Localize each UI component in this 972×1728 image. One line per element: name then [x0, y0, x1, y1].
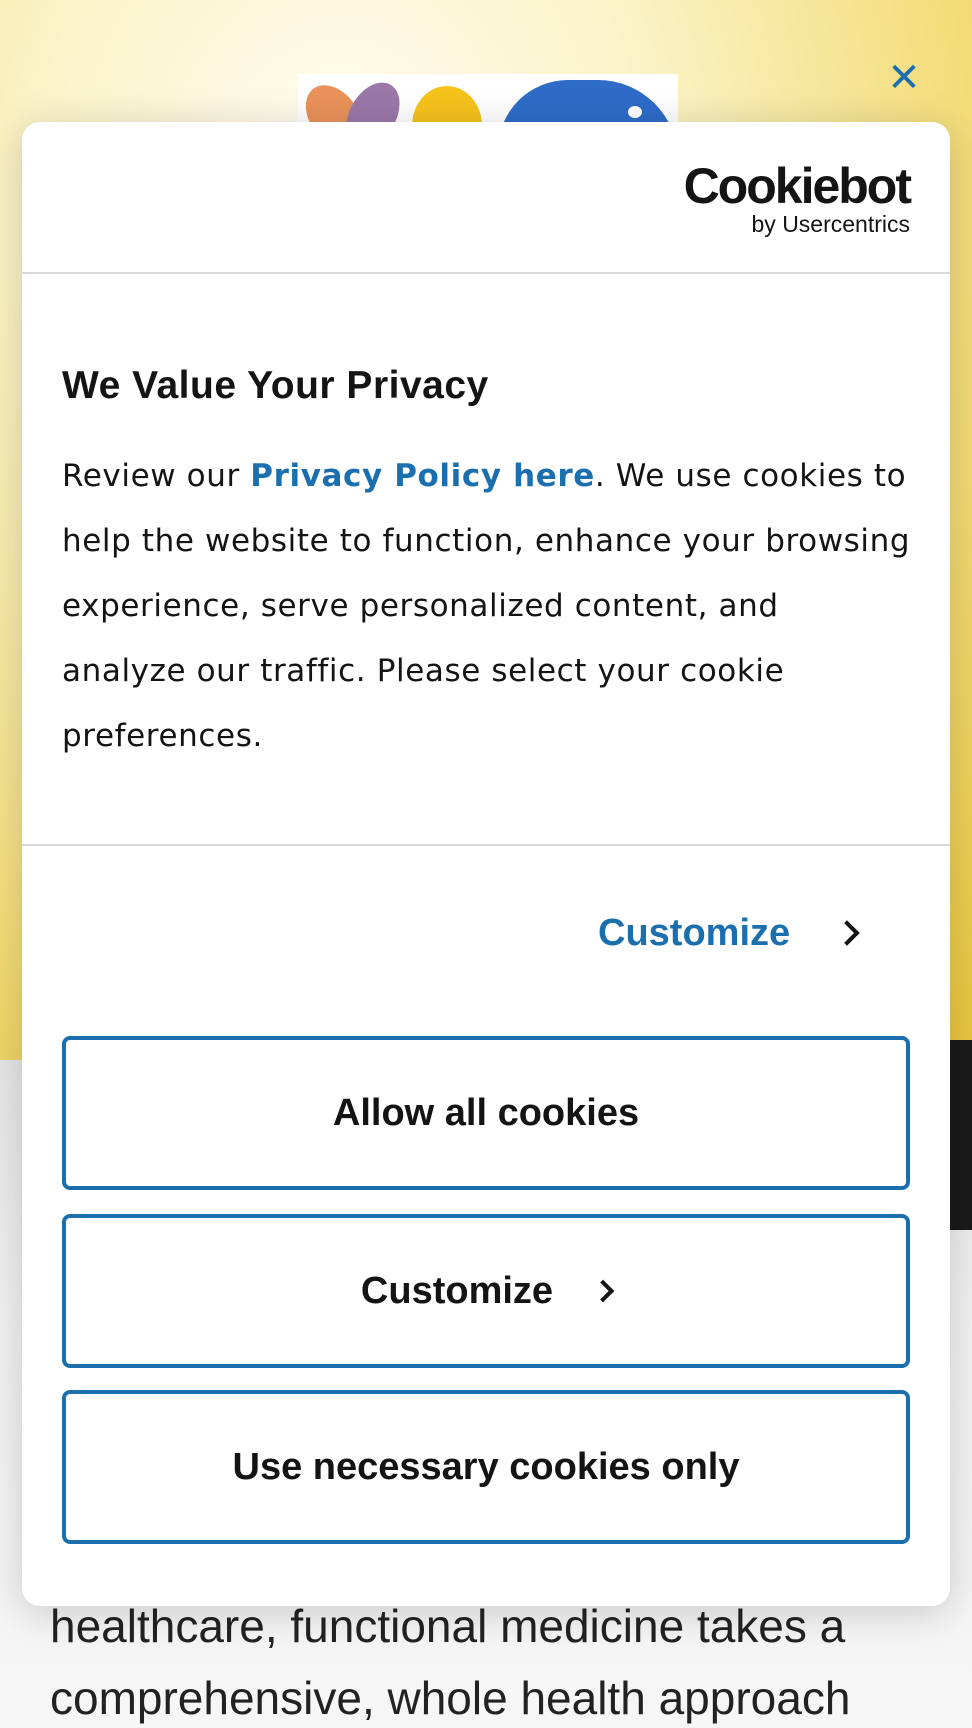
- customize-link[interactable]: Customize: [598, 908, 860, 958]
- description-text-end: . We use cookies to help the website to …: [62, 458, 911, 754]
- customize-button[interactable]: Customize: [62, 1214, 910, 1368]
- allow-all-label: Allow all cookies: [332, 1091, 640, 1134]
- necessary-only-label: Use necessary cookies only: [232, 1445, 740, 1488]
- whale-eye-shape: [628, 106, 642, 118]
- necessary-cookies-only-button[interactable]: Use necessary cookies only: [62, 1390, 910, 1544]
- dialog-title: We Value Your Privacy: [62, 364, 489, 407]
- hero-photo: [948, 1040, 972, 1230]
- privacy-policy-link[interactable]: Privacy Policy here: [250, 458, 595, 494]
- description-text-start: Review our: [62, 458, 251, 494]
- brand-subtitle: by Usercentrics: [751, 211, 910, 237]
- allow-all-cookies-button[interactable]: Allow all cookies: [62, 1036, 910, 1190]
- cookie-consent-dialog: Cookiebot by Usercentrics We Value Your …: [22, 122, 950, 1606]
- chevron-right-icon: [834, 920, 860, 946]
- cookiebot-logo: Cookiebot by Usercentrics: [683, 158, 912, 237]
- dialog-header: Cookiebot by Usercentrics: [22, 122, 950, 274]
- customize-link-label: Customize: [598, 911, 791, 954]
- dialog-description: Review our Privacy Policy here. We use c…: [62, 444, 912, 769]
- customize-button-label: Customize: [360, 1269, 554, 1312]
- chevron-right-icon: [591, 1279, 615, 1303]
- page-body-text: healthcare, functional medicine takes a …: [50, 1590, 950, 1728]
- dialog-body: We Value Your Privacy Review our Privacy…: [22, 274, 950, 846]
- page-text-line: comprehensive, whole health approach: [50, 1672, 851, 1724]
- close-icon[interactable]: ✕: [886, 58, 922, 98]
- brand-name: Cookiebot: [683, 158, 912, 214]
